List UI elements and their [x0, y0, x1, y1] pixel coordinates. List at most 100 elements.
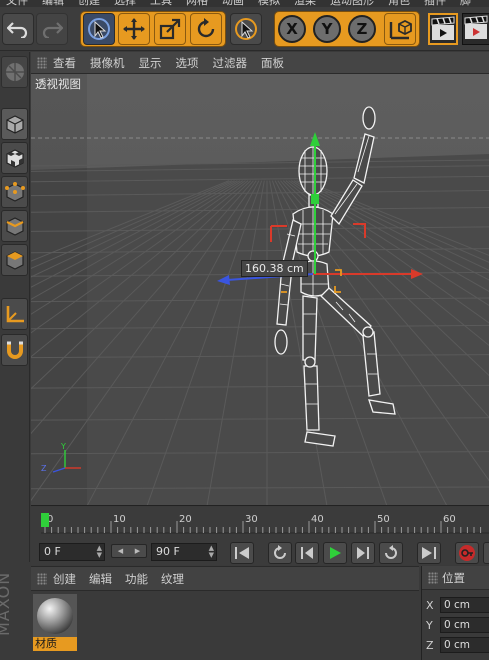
- viewport-menu-display[interactable]: 显示: [139, 55, 162, 71]
- coordinate-system-button[interactable]: [384, 13, 416, 45]
- live-select-button[interactable]: [83, 13, 115, 45]
- move-arrows-icon: [123, 18, 145, 40]
- model-mode-button[interactable]: [1, 56, 28, 88]
- goto-end-button[interactable]: [417, 542, 441, 564]
- position-x-field[interactable]: 0 cm: [440, 597, 489, 613]
- redo-button[interactable]: [36, 13, 68, 45]
- perspective-viewport[interactable]: 透视视图 160.38 cm Y Z: [31, 74, 489, 506]
- cursor-recent-icon: [235, 18, 257, 40]
- points-cube-icon: [4, 182, 25, 202]
- position-x-label: X: [426, 598, 434, 612]
- axis-indicator-y-label: Y: [61, 442, 66, 451]
- main-menu-item[interactable]: 脚: [454, 0, 479, 7]
- scale-tool-button[interactable]: [154, 13, 186, 45]
- magnet-icon: [6, 341, 23, 359]
- rotate-tool-button[interactable]: [190, 13, 222, 45]
- render-view-button[interactable]: [428, 13, 458, 45]
- main-menu-item[interactable]: 编辑: [36, 0, 72, 7]
- material-menu-texture[interactable]: 纹理: [161, 571, 184, 587]
- left-tool-palette: [0, 52, 30, 562]
- previous-key-icon: [274, 545, 286, 559]
- redo-icon: [42, 22, 63, 38]
- edges-mode-button[interactable]: [1, 210, 28, 242]
- coordinates-header: 位置: [422, 566, 489, 590]
- polygons-mode-button[interactable]: [1, 244, 28, 276]
- render-to-picture-viewer-button[interactable]: [462, 13, 489, 45]
- end-frame-value: 90 F: [156, 545, 180, 558]
- viewport-menu-panel[interactable]: 面板: [261, 55, 284, 71]
- main-menu-item[interactable]: 工具: [144, 0, 180, 7]
- timeline-playhead[interactable]: [41, 513, 49, 527]
- object-mode-button[interactable]: [1, 108, 28, 140]
- main-menu-item[interactable]: 网格: [180, 0, 216, 7]
- main-menu-item[interactable]: 文件: [0, 0, 36, 7]
- previous-frame-button[interactable]: [295, 542, 319, 564]
- panel-grip-handle[interactable]: [428, 571, 438, 584]
- x-axis-lock-button[interactable]: X: [278, 15, 306, 43]
- position-z-field[interactable]: 0 cm: [440, 637, 489, 653]
- timeline-ruler[interactable]: 0 10 20 30 40 50 60: [31, 507, 489, 541]
- z-axis-lock-button[interactable]: Z: [348, 15, 376, 43]
- position-x-row: X 0 cm: [426, 596, 489, 614]
- step-back-icon: [301, 547, 313, 559]
- timeline-tick-label: 40: [311, 514, 324, 525]
- position-y-label: Y: [426, 618, 433, 632]
- goto-previous-key-button[interactable]: [268, 542, 292, 564]
- position-y-field[interactable]: 0 cm: [440, 617, 489, 633]
- end-frame-field[interactable]: 90 F ▲ ▼: [151, 543, 217, 561]
- undo-button[interactable]: [2, 13, 34, 45]
- checker-sphere-icon: [5, 63, 24, 81]
- start-frame-field[interactable]: 0 F ▲ ▼: [39, 543, 105, 561]
- material-thumbnail[interactable]: 材质: [33, 594, 77, 652]
- snap-button[interactable]: [1, 334, 28, 366]
- main-menu-item[interactable]: 运动图形: [324, 0, 382, 7]
- viewport-menu-view[interactable]: 查看: [53, 55, 76, 71]
- autokey-button[interactable]: [483, 542, 489, 564]
- recent-tool-button[interactable]: [230, 13, 262, 45]
- position-y-row: Y 0 cm: [426, 616, 489, 634]
- step-left-icon[interactable]: ◀: [118, 547, 123, 555]
- main-menu-item[interactable]: 模拟: [252, 0, 288, 7]
- axis-mode-button[interactable]: [1, 298, 28, 330]
- frame-step-control[interactable]: ◀ ▶: [111, 544, 147, 558]
- viewport-menu-options[interactable]: 选项: [176, 55, 199, 71]
- main-menu-item[interactable]: 渲染: [288, 0, 324, 7]
- y-axis-label: Y: [321, 20, 333, 38]
- material-menu-edit[interactable]: 编辑: [89, 571, 112, 587]
- main-menu-item[interactable]: 选择: [108, 0, 144, 7]
- move-tool-button[interactable]: [118, 13, 150, 45]
- clapboard-render-icon: [464, 15, 488, 39]
- y-axis-lock-button[interactable]: Y: [313, 15, 341, 43]
- main-menu-item[interactable]: 动画: [216, 0, 252, 7]
- next-frame-button[interactable]: [351, 542, 375, 564]
- next-key-icon: [385, 545, 397, 559]
- main-menu-item[interactable]: 角色: [382, 0, 418, 7]
- viewport-menu-filter[interactable]: 过滤器: [213, 55, 248, 71]
- skip-end-icon: [422, 547, 436, 559]
- axis-corner-icon: [6, 306, 24, 323]
- spinner-arrows-icon[interactable]: ▲ ▼: [209, 545, 214, 559]
- texture-mode-button[interactable]: [1, 142, 28, 174]
- record-keys-button[interactable]: [455, 542, 479, 564]
- panel-grip-handle[interactable]: [37, 56, 47, 69]
- branding-strip: MAXON CINEMA 4D: [0, 566, 30, 660]
- main-menu-item[interactable]: 创建: [72, 0, 108, 7]
- spinner-arrows-icon[interactable]: ▲ ▼: [97, 545, 102, 559]
- cube-icon: [5, 115, 24, 134]
- step-forward-icon: [357, 547, 369, 559]
- panel-grip-handle[interactable]: [37, 572, 47, 585]
- goto-start-button[interactable]: [230, 542, 254, 564]
- skip-start-icon: [235, 547, 249, 559]
- main-menu-item[interactable]: 插件: [418, 0, 454, 7]
- position-z-row: Z 0 cm: [426, 636, 489, 654]
- goto-next-key-button[interactable]: [379, 542, 403, 564]
- play-button[interactable]: [323, 542, 347, 564]
- viewport-menu-camera[interactable]: 摄像机: [90, 55, 125, 71]
- material-menu-create[interactable]: 创建: [53, 571, 76, 587]
- points-mode-button[interactable]: [1, 176, 28, 208]
- record-key-icon: [459, 545, 475, 561]
- material-name-label: 材质: [33, 637, 77, 651]
- step-right-icon[interactable]: ▶: [135, 547, 140, 555]
- rotate-icon: [197, 18, 215, 38]
- material-menu-function[interactable]: 功能: [125, 571, 148, 587]
